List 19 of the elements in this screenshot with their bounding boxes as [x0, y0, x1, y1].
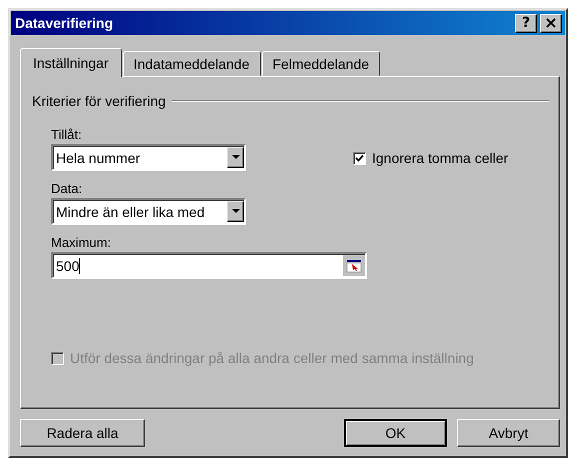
tab[interactable]: Inställningar — [20, 48, 122, 77]
checkbox[interactable] — [353, 152, 366, 164]
checkbox-label: Utför dessa ändringar på alla andra celler med samma inställning — [70, 350, 474, 366]
group-label: Kriterier för verifiering — [32, 93, 166, 109]
tab[interactable]: Felmeddelande — [262, 51, 380, 76]
input-field[interactable]: 500 — [51, 252, 367, 279]
dialog-button[interactable]: OK — [344, 419, 447, 447]
help-button[interactable]: ? — [515, 14, 537, 32]
tab[interactable]: Indatameddelande — [122, 51, 260, 76]
field-label: Tillåt: — [51, 127, 83, 142]
dialog-button[interactable]: Radera alla — [20, 419, 145, 447]
window-title: Dataverifiering — [15, 15, 114, 31]
dialog-button[interactable]: Avbryt — [457, 419, 560, 447]
field-label: Data: — [51, 181, 84, 196]
dropdown[interactable]: Mindre än eller lika med — [51, 198, 246, 225]
dropdown[interactable]: Hela nummer — [51, 144, 246, 171]
range-picker-icon[interactable] — [342, 255, 365, 276]
close-button[interactable]: × — [540, 14, 562, 32]
field-label: Maximum: — [51, 235, 112, 250]
